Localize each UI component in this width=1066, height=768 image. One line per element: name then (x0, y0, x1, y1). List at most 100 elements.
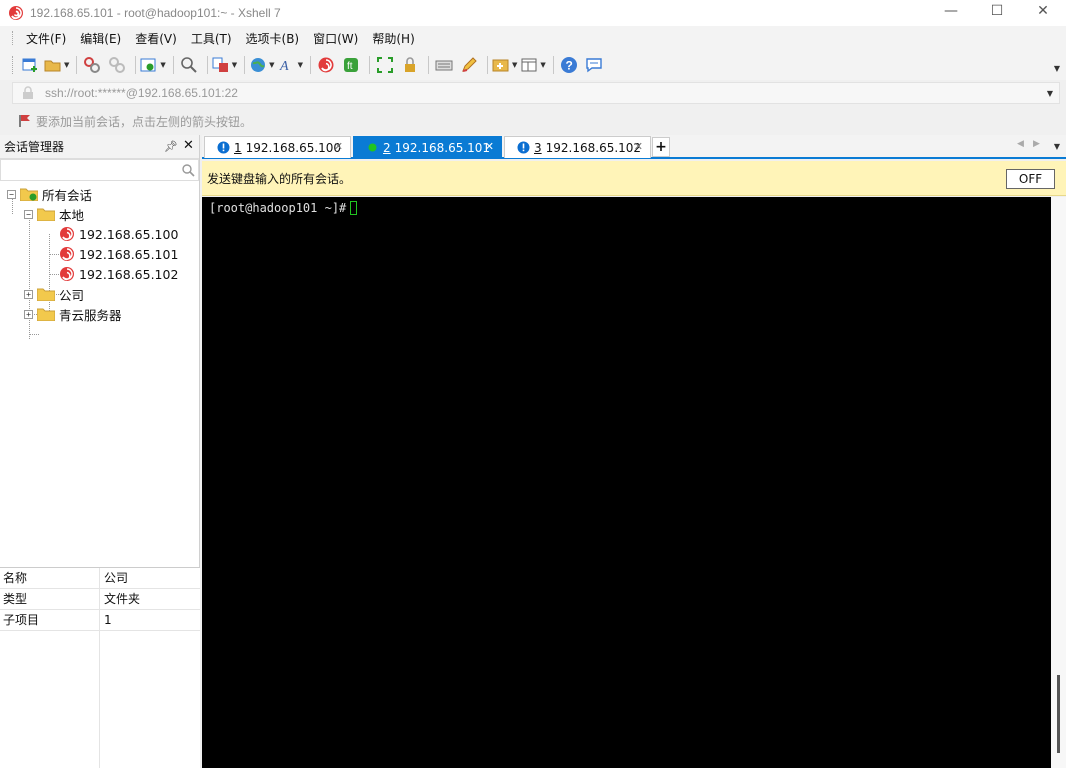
new-tab-button[interactable]: + (652, 137, 670, 157)
help-button[interactable]: ? (558, 54, 580, 76)
address-input[interactable]: ssh://root:******@192.168.65.101:22 (45, 86, 238, 100)
session-search-input[interactable] (0, 159, 199, 181)
session-tree: − 所有会话 − 本地 192.168.65.100 192.168.65.10… (0, 181, 199, 567)
layout-button[interactable]: ▼ (520, 54, 546, 76)
lock-button[interactable] (399, 54, 421, 76)
address-dropdown-icon[interactable]: ▼ (1047, 89, 1053, 98)
add-session-arrow-icon[interactable] (18, 114, 32, 128)
highlight-button[interactable] (458, 54, 480, 76)
folder-icon (20, 188, 38, 201)
reconnect-button[interactable] (81, 54, 103, 76)
tree-node-local[interactable]: − 本地 (24, 204, 84, 224)
tree-node-company[interactable]: + 公司 (24, 284, 84, 304)
menu-window[interactable]: 窗口(W) (306, 30, 365, 47)
compose-button[interactable]: ▼ (492, 54, 517, 76)
tab-list-dropdown-icon[interactable]: ▼ (1054, 142, 1060, 151)
property-key: 名称 (0, 568, 100, 588)
toolbar-grip[interactable] (12, 56, 15, 74)
lock-icon (404, 57, 415, 72)
menu-file[interactable]: 文件(F) (19, 30, 73, 47)
properties-button[interactable]: ▼ (140, 54, 166, 76)
menu-grip[interactable] (12, 31, 15, 45)
tree-node-session-2[interactable]: 192.168.65.101 (59, 244, 178, 264)
pin-icon[interactable]: 📌︎ (164, 140, 178, 153)
property-row[interactable]: 子项目 1 (0, 610, 200, 631)
tab-session-2[interactable]: 2 192.168.65.101 ✕ (353, 136, 502, 158)
xshell-button[interactable] (315, 54, 337, 76)
transfer-button[interactable]: ▼ (212, 54, 237, 76)
minimize-button[interactable]: — (928, 0, 974, 22)
address-bar[interactable]: ssh://root:******@192.168.65.101:22 ▼ (12, 82, 1060, 104)
scrollbar-thumb[interactable] (1057, 675, 1060, 753)
close-panel-icon[interactable]: ✕ (183, 138, 194, 153)
property-row[interactable]: 类型 文件夹 (0, 589, 200, 610)
expand-icon[interactable]: + (24, 289, 33, 299)
disconnect-button[interactable] (106, 54, 128, 76)
folder-open-icon (44, 60, 61, 72)
warning-icon (517, 141, 530, 154)
tab-label: 192.168.65.102 (545, 140, 642, 155)
tab-close-icon[interactable]: ✕ (334, 140, 343, 153)
tree-label-qingcloud: 青云服务器 (59, 307, 122, 323)
tree-node-session-3[interactable]: 192.168.65.102 (59, 264, 178, 284)
help-icon: ? (560, 57, 577, 73)
terminal-prompt: [root@hadoop101 ~]# (209, 201, 347, 215)
terminal-scrollbar[interactable] (1051, 197, 1066, 768)
open-session-button[interactable]: ▼ (44, 54, 69, 76)
tree-label-local: 本地 (59, 207, 85, 223)
layout-icon (521, 58, 537, 72)
session-tab-strip: 1 192.168.65.100 ✕ 2 192.168.65.101 ✕ 3 … (202, 135, 1066, 159)
menu-tools[interactable]: 工具(T) (184, 30, 239, 47)
menu-help[interactable]: 帮助(H) (365, 30, 421, 47)
tree-node-all-sessions[interactable]: − 所有会话 (7, 184, 92, 204)
svg-text:A: A (279, 59, 289, 74)
tree-node-qingcloud[interactable]: + 青云服务器 (24, 304, 122, 324)
xshell-icon (318, 57, 334, 73)
xftp-button[interactable]: ft (340, 54, 362, 76)
tab-number: 2 (383, 140, 391, 155)
xshell-session-icon (60, 247, 74, 261)
new-session-button[interactable] (19, 54, 41, 76)
xftp-icon: ft (343, 58, 358, 72)
new-session-icon (22, 58, 37, 72)
tree-node-session-1[interactable]: 192.168.65.100 (59, 224, 178, 244)
xshell-logo-icon (9, 6, 23, 20)
keyboard-button[interactable] (433, 54, 455, 76)
expand-icon[interactable]: + (24, 309, 33, 319)
chat-icon (586, 58, 602, 73)
property-value: 文件夹 (104, 592, 141, 606)
terminal[interactable]: [root@hadoop101 ~]# (202, 197, 1051, 768)
property-row[interactable]: 名称 公司 (0, 568, 200, 589)
search-icon[interactable] (181, 163, 195, 177)
tree-label-all-sessions: 所有会话 (42, 187, 93, 203)
property-value: 公司 (104, 571, 129, 585)
chat-button[interactable] (583, 54, 605, 76)
globe-button[interactable]: ▼ (249, 54, 275, 76)
toolbar-overflow-icon[interactable]: ▼ (1054, 64, 1060, 73)
menu-edit[interactable]: 编辑(E) (73, 30, 128, 47)
tab-next-icon[interactable]: ▶ (1033, 139, 1040, 149)
collapse-icon[interactable]: − (24, 209, 33, 219)
menu-view[interactable]: 查看(V) (128, 30, 184, 47)
fullscreen-button[interactable] (374, 54, 396, 76)
tab-prev-icon[interactable]: ◀ (1017, 139, 1024, 149)
tree-label-company: 公司 (59, 287, 85, 303)
lock-icon (23, 86, 33, 99)
search-icon (180, 57, 197, 73)
send-keys-toggle-button[interactable]: OFF (1006, 169, 1055, 189)
collapse-icon[interactable]: − (7, 189, 16, 199)
svg-text:?: ? (565, 59, 572, 73)
font-button[interactable]: A ▼ (278, 54, 303, 76)
tab-close-icon[interactable]: ✕ (485, 140, 494, 153)
tab-session-1[interactable]: 1 192.168.65.100 ✕ (204, 136, 351, 158)
svg-text:ft: ft (347, 61, 353, 72)
tab-session-3[interactable]: 3 192.168.65.102 ✕ (504, 136, 651, 158)
maximize-button[interactable]: ☐ (974, 0, 1020, 22)
find-button[interactable] (178, 54, 200, 76)
folder-icon (37, 308, 55, 321)
menu-tab[interactable]: 选项卡(B) (239, 30, 307, 47)
font-icon: A (279, 59, 289, 74)
menu-bar: 文件(F) 编辑(E) 查看(V) 工具(T) 选项卡(B) 窗口(W) 帮助(… (0, 26, 1066, 50)
tab-close-icon[interactable]: ✕ (634, 140, 643, 153)
close-window-button[interactable]: ✕ (1020, 0, 1066, 22)
